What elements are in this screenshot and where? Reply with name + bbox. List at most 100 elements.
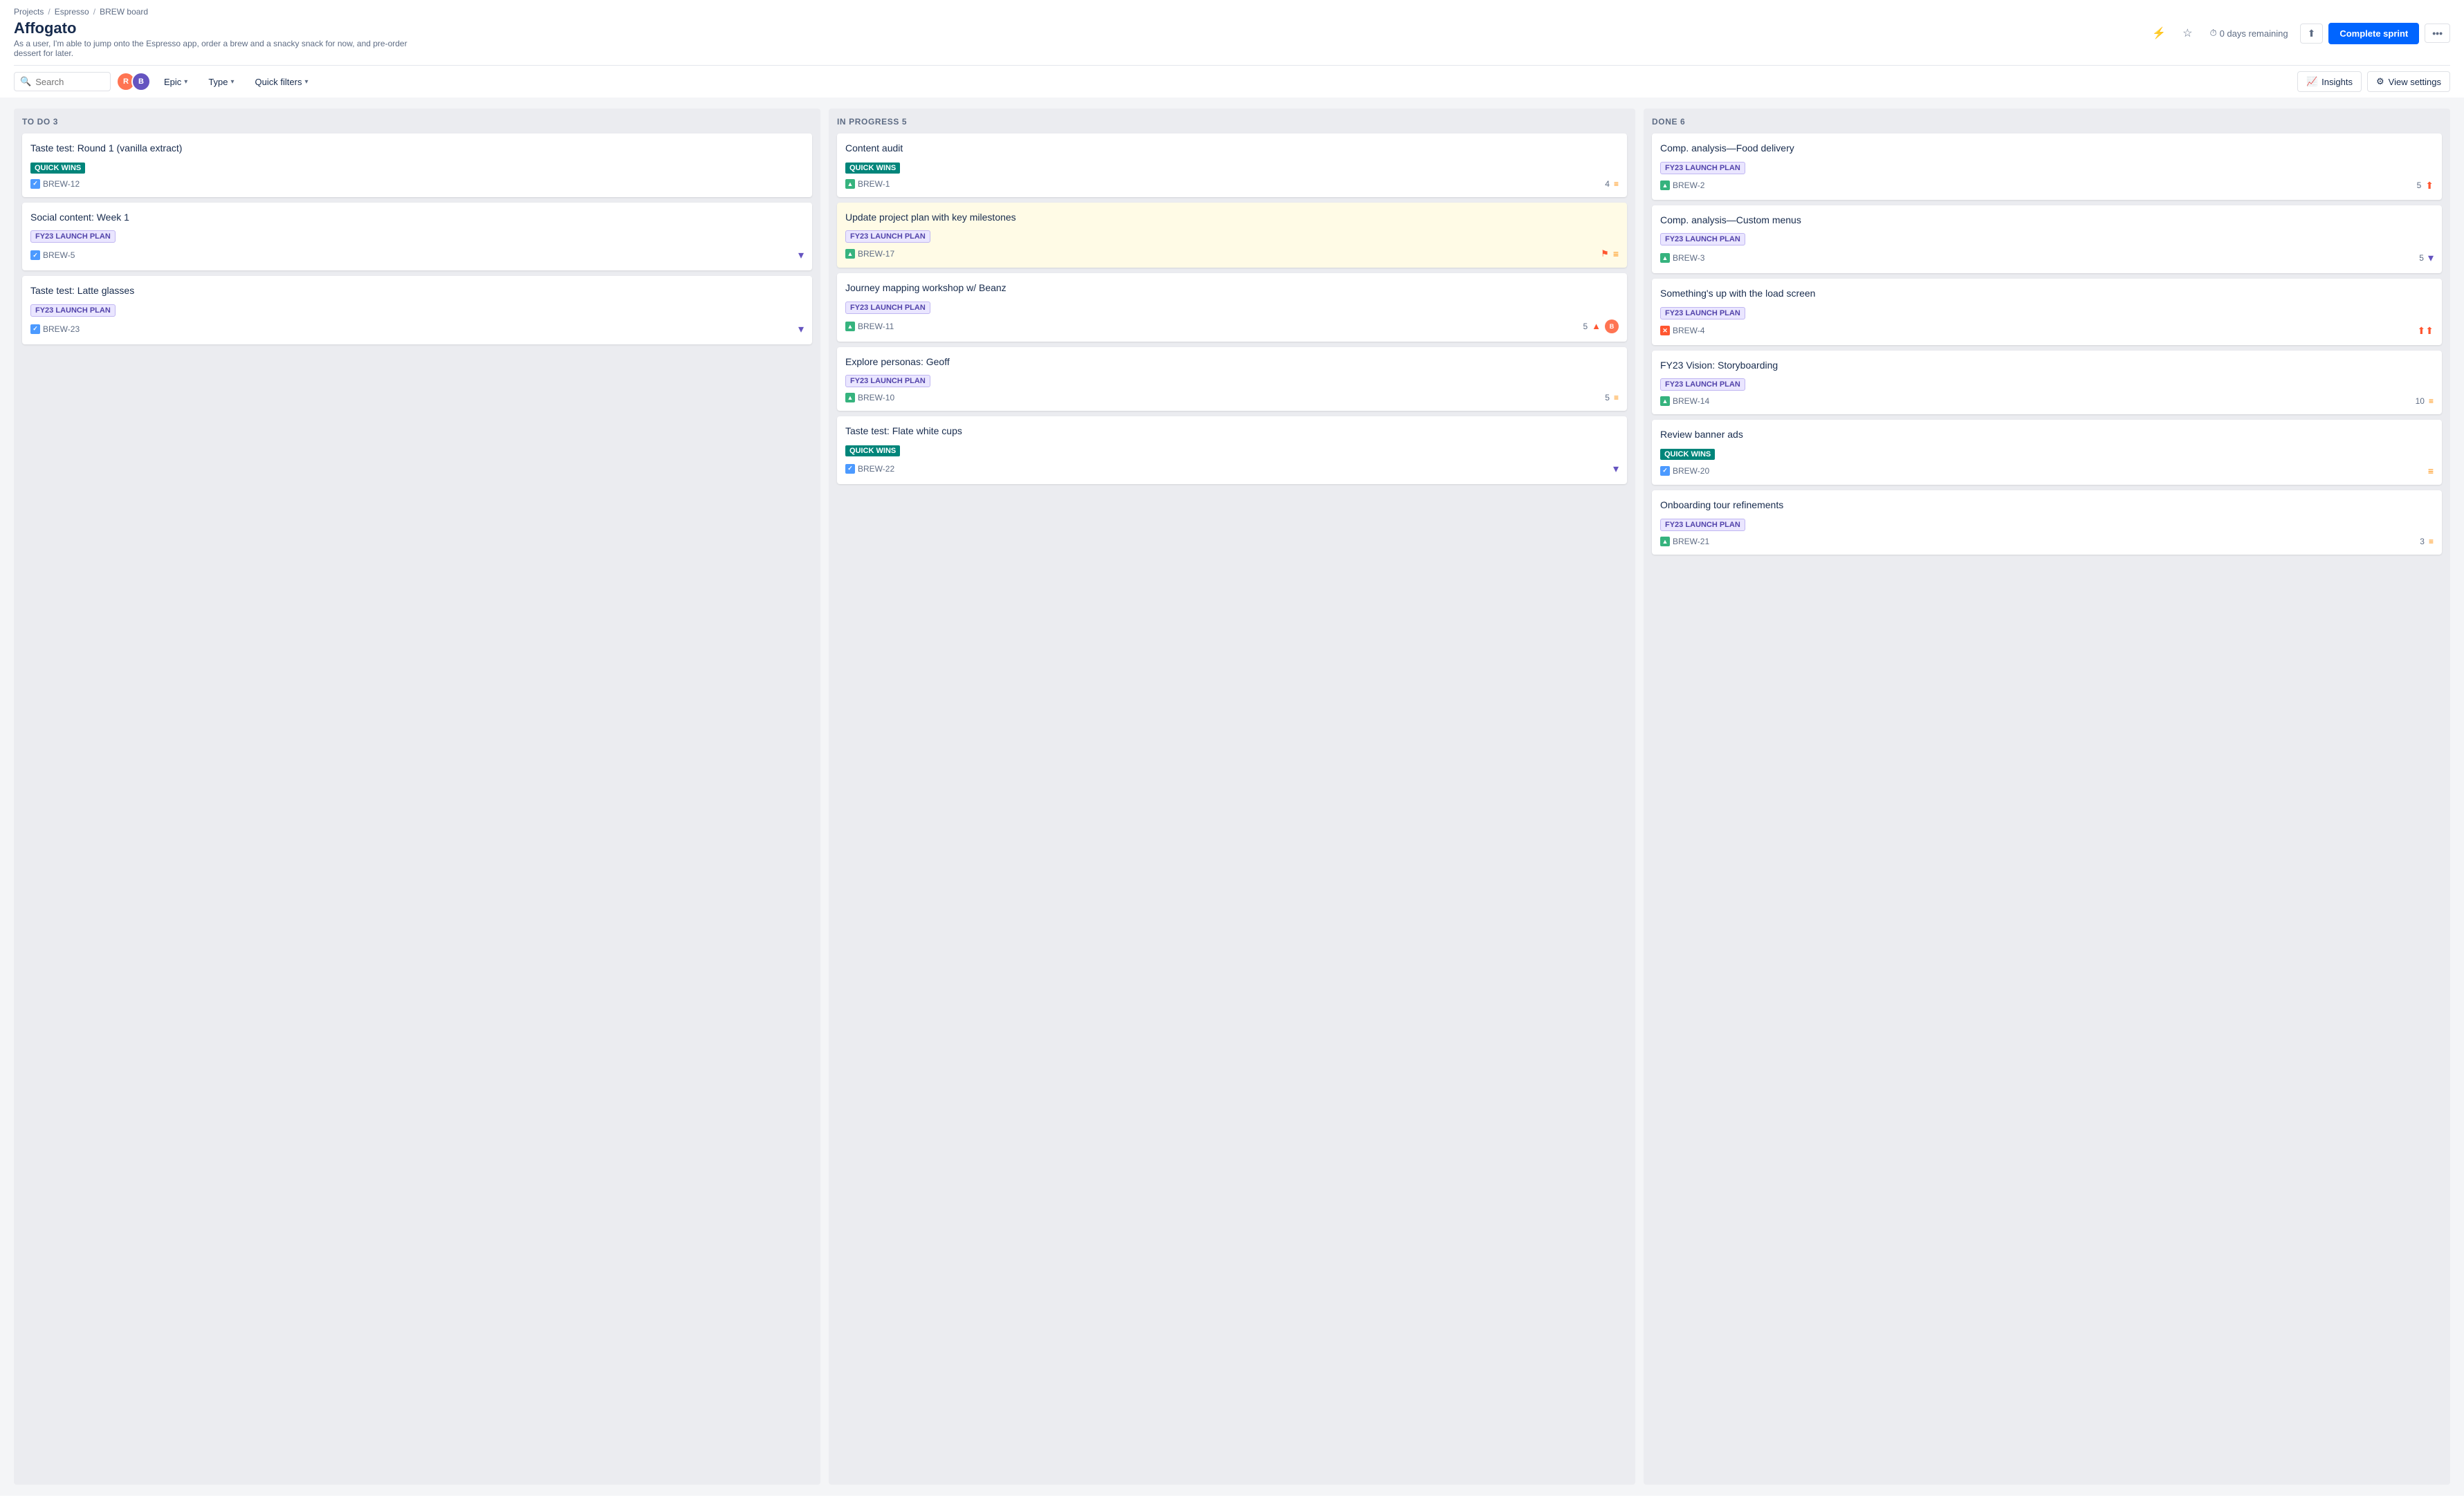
card-title: Explore personas: Geoff (845, 355, 1619, 369)
brew-id: BREW-11 (858, 322, 894, 331)
issue-type-icon: ✓ (845, 464, 855, 474)
card-brew-20[interactable]: Review banner ads QUICK WINS ✓ BREW-20 ≡ (1652, 420, 2442, 485)
insights-icon: 📈 (2306, 76, 2317, 87)
expand-icon[interactable]: ▾ (1613, 462, 1619, 476)
page-title: Affogato (14, 19, 429, 37)
story-points: 10 (2416, 396, 2425, 406)
card-brew-1[interactable]: Content audit QUICK WINS ▲ BREW-1 4 ≡ (837, 133, 1627, 197)
column-inprogress: IN PROGRESS 5 Content audit QUICK WINS ▲… (829, 109, 1635, 1485)
card-footer: ▲ BREW-17 ⚑ ≡ (845, 248, 1619, 259)
expand-icon[interactable]: ▾ (798, 322, 804, 336)
column-header-todo: TO DO 3 (22, 117, 812, 127)
card-footer: ✓ BREW-12 (30, 179, 804, 189)
card-brew-4[interactable]: Something's up with the load screen FY23… (1652, 279, 2442, 345)
breadcrumb-espresso[interactable]: Espresso (55, 7, 89, 17)
insights-label: Insights (2322, 77, 2353, 87)
card-footer: ✕ BREW-4 ⬆⬆ (1660, 325, 2434, 337)
priority-medium-icon: ≡ (2429, 396, 2434, 406)
card-brew-23[interactable]: Taste test: Latte glasses FY23 LAUNCH PL… (22, 276, 812, 344)
brew-id: BREW-12 (43, 179, 80, 189)
column-todo: TO DO 3 Taste test: Round 1 (vanilla ext… (14, 109, 820, 1485)
card-brew-2[interactable]: Comp. analysis—Food delivery FY23 LAUNCH… (1652, 133, 2442, 200)
column-done: DONE 6 Comp. analysis—Food delivery FY23… (1644, 109, 2450, 1485)
epic-filter[interactable]: Epic ▾ (156, 72, 195, 92)
fy23-label: FY23 LAUNCH PLAN (845, 375, 930, 387)
expand-icon[interactable]: ▾ (798, 248, 804, 262)
avatar-2[interactable]: B (131, 72, 151, 91)
card-footer: ✓ BREW-20 ≡ (1660, 465, 2434, 476)
fy23-label: FY23 LAUNCH PLAN (30, 304, 116, 317)
expand-icon[interactable]: ▾ (2428, 251, 2434, 265)
app-container: Projects / Espresso / BREW board Affogat… (0, 0, 2464, 1496)
card-brew-21[interactable]: Onboarding tour refinements FY23 LAUNCH … (1652, 490, 2442, 555)
avatar-group: R B (116, 72, 151, 91)
story-points: 4 (1605, 179, 1610, 189)
card-brew-3[interactable]: Comp. analysis—Custom menus FY23 LAUNCH … (1652, 205, 2442, 274)
view-settings-button[interactable]: ⚙ View settings (2367, 71, 2450, 92)
story-points: 3 (2420, 537, 2425, 546)
issue-type-icon: ✓ (30, 324, 40, 334)
priority-medium-icon: ≡ (2428, 465, 2434, 476)
card-title: Comp. analysis—Custom menus (1660, 214, 2434, 228)
breadcrumb: Projects / Espresso / BREW board (14, 7, 2450, 17)
issue-type-icon: ✓ (30, 179, 40, 189)
brew-id: BREW-2 (1673, 180, 1704, 190)
issue-type-icon: ✓ (30, 250, 40, 260)
card-brew-10[interactable]: Explore personas: Geoff FY23 LAUNCH PLAN… (837, 347, 1627, 411)
search-input[interactable] (35, 77, 104, 87)
card-brew-14[interactable]: FY23 Vision: Storyboarding FY23 LAUNCH P… (1652, 351, 2442, 415)
type-chevron-icon: ▾ (231, 78, 235, 86)
card-brew-5[interactable]: Social content: Week 1 FY23 LAUNCH PLAN … (22, 203, 812, 271)
card-brew-11[interactable]: Journey mapping workshop w/ Beanz FY23 L… (837, 273, 1627, 342)
fy23-label: FY23 LAUNCH PLAN (1660, 162, 1745, 174)
card-title: Social content: Week 1 (30, 211, 804, 225)
priority-high-icon: ⬆ (2425, 180, 2434, 192)
fy23-label: FY23 LAUNCH PLAN (845, 230, 930, 243)
card-id: ✓ BREW-12 (30, 179, 80, 189)
complete-sprint-button[interactable]: Complete sprint (2328, 23, 2419, 44)
card-title: Taste test: Round 1 (vanilla extract) (30, 142, 804, 156)
search-box[interactable]: 🔍 (14, 72, 111, 91)
card-title: Content audit (845, 142, 1619, 156)
priority-medium-icon: ≡ (1614, 393, 1619, 402)
lightning-button[interactable]: ⚡ (2146, 22, 2171, 44)
type-filter-label: Type (208, 77, 228, 87)
top-header: Projects / Espresso / BREW board Affogat… (0, 0, 2464, 98)
type-filter[interactable]: Type ▾ (201, 72, 241, 92)
brew-id: BREW-23 (43, 324, 80, 334)
fy23-label: FY23 LAUNCH PLAN (1660, 307, 1745, 319)
quick-wins-label: QUICK WINS (845, 445, 900, 456)
quick-wins-label: QUICK WINS (30, 163, 85, 174)
card-brew-12[interactable]: Taste test: Round 1 (vanilla extract) QU… (22, 133, 812, 197)
card-brew-17[interactable]: Update project plan with key milestones … (837, 203, 1627, 268)
quick-filters-button[interactable]: Quick filters ▾ (248, 72, 316, 92)
brew-id: BREW-5 (43, 250, 75, 260)
breadcrumb-sep2: / (93, 7, 95, 17)
brew-id: BREW-1 (858, 179, 890, 189)
brew-id: BREW-3 (1673, 253, 1704, 263)
card-footer: ✓ BREW-5 ▾ (30, 248, 804, 262)
card-brew-22[interactable]: Taste test: Flate white cups QUICK WINS … (837, 416, 1627, 484)
breadcrumb-brew: BREW board (100, 7, 148, 17)
flag-icon: ⚑ (1601, 248, 1609, 259)
star-button[interactable]: ☆ (2177, 22, 2198, 44)
epic-filter-label: Epic (164, 77, 181, 87)
breadcrumb-projects[interactable]: Projects (14, 7, 44, 17)
card-title: FY23 Vision: Storyboarding (1660, 359, 2434, 373)
issue-bug-icon: ✕ (1660, 326, 1670, 335)
page-subtitle: As a user, I'm able to jump onto the Esp… (14, 39, 429, 58)
insights-button[interactable]: 📈 Insights (2297, 71, 2362, 92)
card-title: Review banner ads (1660, 428, 2434, 442)
more-button[interactable]: ••• (2425, 24, 2450, 43)
issue-story-icon: ▲ (845, 249, 855, 259)
share-button[interactable]: ⬆ (2300, 24, 2324, 44)
up-priority-icon: ▲ (1592, 321, 1601, 331)
quick-wins-label: QUICK WINS (845, 163, 900, 174)
quick-filters-chevron-icon: ▾ (304, 78, 308, 86)
story-points: 5 (1605, 393, 1610, 402)
timer-icon: ⏱ (2209, 28, 2216, 39)
brew-id: BREW-10 (858, 393, 894, 402)
card-footer: ▲ BREW-3 5 ▾ (1660, 251, 2434, 265)
card-title: Taste test: Latte glasses (30, 284, 804, 298)
epic-chevron-icon: ▾ (184, 78, 187, 86)
